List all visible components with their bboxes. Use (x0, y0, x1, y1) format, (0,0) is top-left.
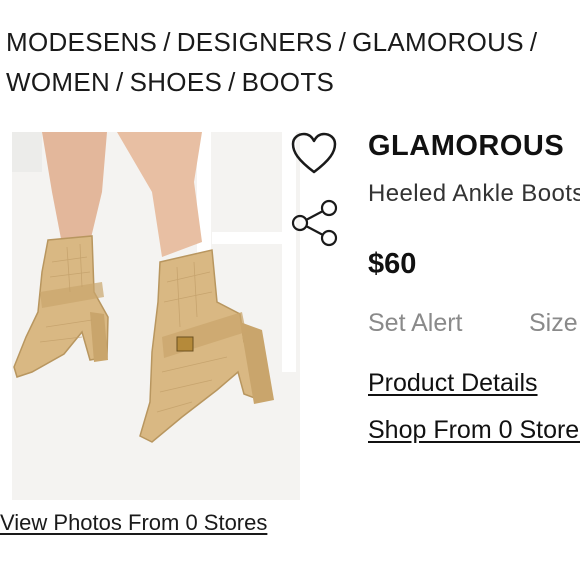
breadcrumb-separator: / (116, 67, 124, 97)
breadcrumb-item-boots[interactable]: BOOTS (242, 67, 335, 97)
breadcrumb-item-shoes[interactable]: SHOES (130, 67, 223, 97)
breadcrumb-separator: / (228, 67, 236, 97)
product-price: $60 (368, 248, 417, 280)
product-title: Heeled Ankle Boots (368, 180, 580, 207)
breadcrumb-separator: / (163, 27, 171, 57)
shop-from-stores-link[interactable]: Shop From 0 Stores (368, 416, 580, 445)
breadcrumb-separator: / (529, 27, 538, 57)
boots-illustration (12, 132, 296, 443)
share-icon[interactable] (290, 198, 340, 248)
size-button[interactable]: Size (529, 309, 578, 338)
breadcrumb-item-women[interactable]: WOMEN (6, 67, 110, 97)
set-alert-button[interactable]: Set Alert (368, 309, 463, 338)
product-photo[interactable] (12, 132, 300, 500)
breadcrumb-separator: / (338, 27, 347, 57)
breadcrumb-item-glamorous[interactable]: GLAMOROUS (352, 27, 524, 57)
breadcrumb-item-modesens[interactable]: MODESENS (6, 27, 157, 57)
view-photos-link[interactable]: View Photos From 0 Stores (0, 510, 267, 536)
breadcrumb-item-designers[interactable]: DESIGNERS (177, 27, 333, 57)
heart-icon[interactable] (290, 132, 338, 178)
product-details-link[interactable]: Product Details (368, 369, 538, 398)
breadcrumb: MODESENS / DESIGNERS / GLAMOROUS / WOMEN / SHOES… (6, 22, 580, 102)
brand-name[interactable]: GLAMOROUS (368, 130, 564, 163)
